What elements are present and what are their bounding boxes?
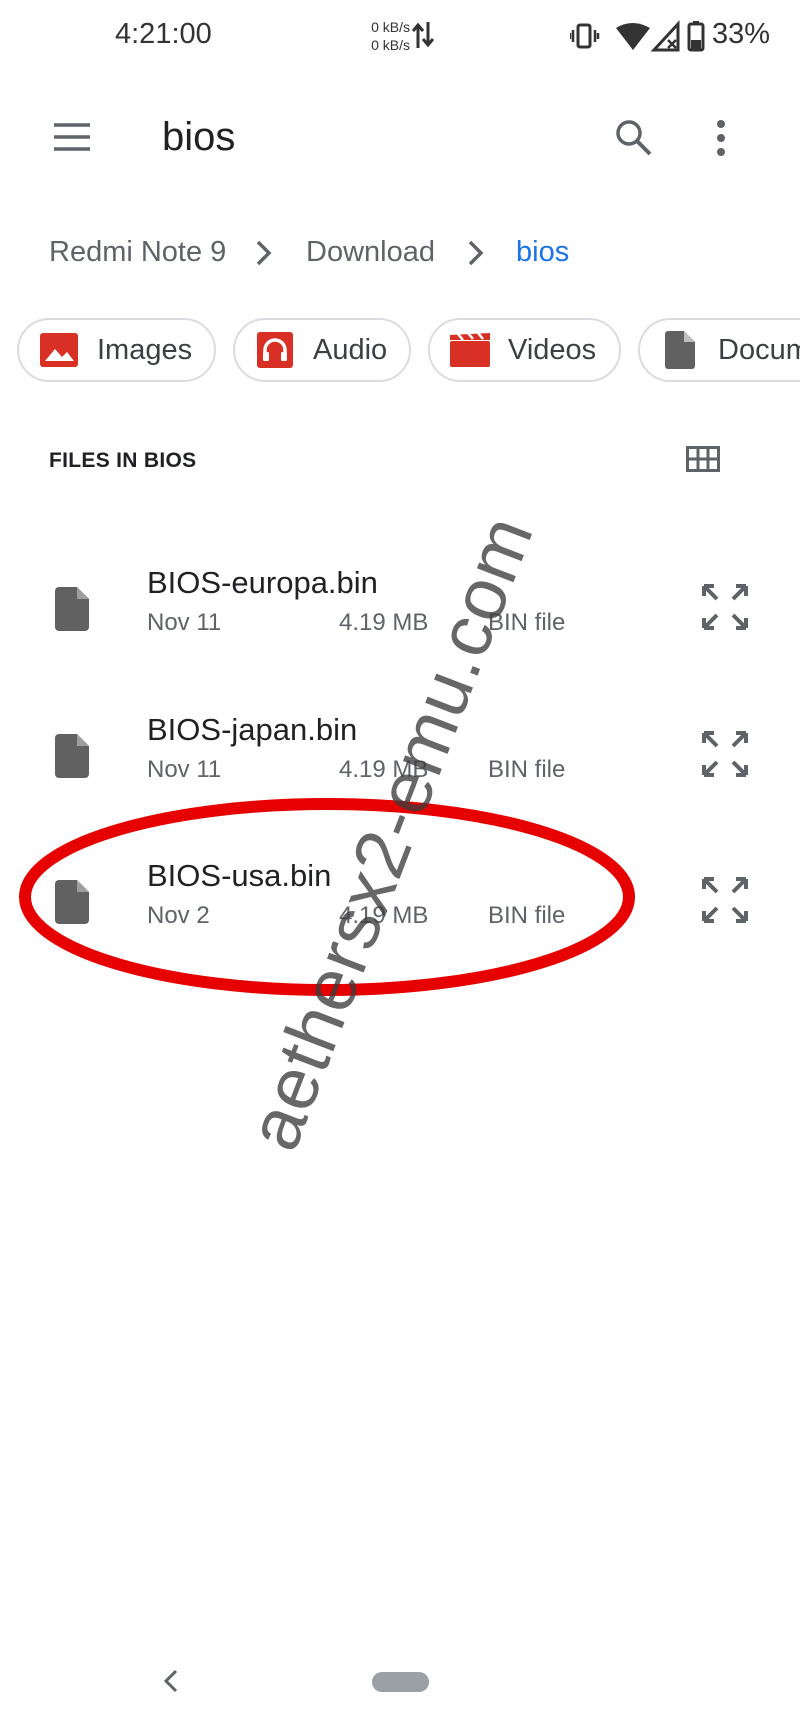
expand-preview-icon[interactable] bbox=[700, 582, 750, 637]
nav-back-icon[interactable] bbox=[163, 1668, 179, 1699]
menu-icon[interactable] bbox=[52, 122, 92, 152]
file-name: BIOS-japan.bin bbox=[147, 712, 358, 747]
page-title: bios bbox=[162, 115, 236, 159]
chip-label: Docum bbox=[718, 333, 800, 366]
battery-percentage: 33% bbox=[712, 18, 771, 50]
file-date: Nov 11 bbox=[147, 756, 222, 783]
image-icon bbox=[39, 330, 79, 370]
file-size: 4.19 MB bbox=[339, 609, 429, 636]
nav-home-pill[interactable] bbox=[372, 1672, 429, 1692]
file-date: Nov 11 bbox=[147, 609, 222, 636]
section-title: FILES IN BIOS bbox=[49, 449, 197, 472]
file-type: BIN file bbox=[488, 756, 566, 783]
more-vert-icon[interactable] bbox=[715, 118, 727, 163]
chevron-right-icon bbox=[466, 238, 486, 273]
data-arrows-icon bbox=[411, 20, 435, 55]
file-icon bbox=[55, 587, 89, 636]
chip-label: Videos bbox=[508, 333, 597, 366]
expand-preview-icon[interactable] bbox=[700, 875, 750, 930]
breadcrumb-item-device[interactable]: Redmi Note 9 bbox=[49, 236, 226, 269]
chip-label: Images bbox=[97, 333, 193, 366]
signal-off-icon bbox=[650, 20, 680, 52]
vibrate-icon bbox=[568, 23, 600, 49]
breadcrumb-item-download[interactable]: Download bbox=[306, 236, 435, 269]
chip-label: Audio bbox=[313, 333, 388, 366]
chip-documents[interactable]: Docum bbox=[638, 318, 800, 382]
movie-icon bbox=[450, 330, 490, 370]
expand-preview-icon[interactable] bbox=[700, 729, 750, 784]
network-upload-speed: 0 kB/s bbox=[371, 19, 410, 35]
file-name: BIOS-europa.bin bbox=[147, 565, 378, 600]
file-row[interactable]: BIOS-europa.bin Nov 11 4.19 MB BIN file bbox=[0, 545, 800, 691]
chip-videos[interactable]: Videos bbox=[428, 318, 621, 382]
status-time: 4:21:00 bbox=[115, 18, 212, 50]
breadcrumb-item-current[interactable]: bios bbox=[516, 236, 569, 269]
battery-icon bbox=[687, 21, 705, 52]
headphones-icon bbox=[255, 330, 295, 370]
document-icon bbox=[660, 330, 700, 370]
chevron-right-icon bbox=[254, 238, 274, 273]
network-download-speed: 0 kB/s bbox=[371, 37, 410, 53]
wifi-icon bbox=[616, 23, 650, 50]
chip-images[interactable]: Images bbox=[17, 318, 216, 382]
chip-audio[interactable]: Audio bbox=[233, 318, 411, 382]
grid-view-icon[interactable] bbox=[686, 446, 720, 477]
status-icons bbox=[568, 20, 710, 59]
file-icon bbox=[55, 734, 89, 783]
search-icon[interactable] bbox=[614, 118, 654, 163]
